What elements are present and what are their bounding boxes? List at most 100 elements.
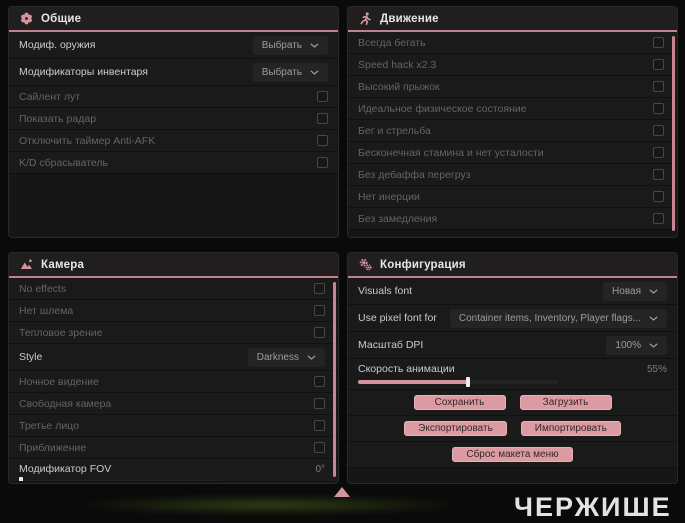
- dropdown-value: 100%: [615, 339, 641, 351]
- row-checkbox[interactable]: Без дебаффа перегруз: [348, 164, 677, 186]
- checkbox[interactable]: [314, 283, 325, 294]
- row-checkbox[interactable]: Высокий прыжок: [348, 76, 677, 98]
- row-label: Без дебаффа перегруз: [358, 168, 471, 181]
- panel-body-camera: No effects Нет шлема Тепловое зрение Style D…: [9, 278, 338, 481]
- dropdown[interactable]: Выбрать: [252, 35, 328, 55]
- row-checkbox[interactable]: Бесконечная стамина и нет усталости: [348, 142, 677, 164]
- row-label: Модификатор FOV: [19, 463, 112, 475]
- row-checkbox[interactable]: Тепловое зрение: [9, 322, 338, 344]
- row-label: Style: [19, 351, 43, 363]
- checkbox[interactable]: [653, 191, 664, 202]
- checkbox[interactable]: [314, 398, 325, 409]
- chevron-down-icon: [649, 342, 658, 348]
- checkbox[interactable]: [314, 327, 325, 338]
- row-checkbox[interactable]: Приближение: [9, 437, 338, 459]
- chevron-down-icon: [310, 42, 319, 48]
- row-label: Нет инерции: [358, 190, 420, 203]
- chevron-down-icon: [307, 354, 316, 360]
- row-dropdown: Масштаб DPI 100%: [348, 332, 677, 359]
- import-button[interactable]: Импортировать: [520, 421, 621, 436]
- panel-body-general: Модиф. оружия Выбрать Модификаторы инвента…: [9, 32, 338, 235]
- checkbox[interactable]: [653, 213, 664, 224]
- checkbox[interactable]: [653, 147, 664, 158]
- checkbox[interactable]: [653, 103, 664, 114]
- checkbox[interactable]: [314, 420, 325, 431]
- row-checkbox[interactable]: Без замедления: [348, 208, 677, 230]
- panel-header-camera: Камера: [9, 253, 338, 278]
- checkbox[interactable]: [653, 59, 664, 70]
- dropdown-value: Новая: [612, 285, 641, 297]
- load-button[interactable]: Загрузить: [519, 395, 612, 410]
- row-checkbox[interactable]: K/D сбрасыватель: [9, 152, 338, 174]
- save-button[interactable]: Сохранить: [413, 395, 506, 410]
- row-checkbox[interactable]: Третье лицо: [9, 415, 338, 437]
- dropdown[interactable]: Выбрать: [252, 62, 328, 82]
- checkbox[interactable]: [317, 113, 328, 124]
- reset-menu-layout-button[interactable]: Сброс макета меню: [452, 447, 573, 462]
- panel-body-config: Visuals font Новая Use pixel font for Conta…: [348, 278, 677, 481]
- row-checkbox[interactable]: Свободная камера: [9, 393, 338, 415]
- row-checkbox[interactable]: Отключить таймер Anti-AFK: [9, 130, 338, 152]
- row-label: Ночное видение: [19, 375, 99, 388]
- row-checkbox[interactable]: Сайлент лут: [9, 86, 338, 108]
- checkbox[interactable]: [314, 376, 325, 387]
- checkbox[interactable]: [653, 169, 664, 180]
- row-checkbox[interactable]: Идеальное физическое состояние: [348, 98, 677, 120]
- button-row: Сброс макета меню: [348, 442, 677, 468]
- row-dropdown: Visuals font Новая: [348, 278, 677, 305]
- checkbox[interactable]: [653, 37, 664, 48]
- panel-config: Конфигурация Visuals font Новая Use pixel f…: [347, 252, 678, 484]
- export-button[interactable]: Экспортировать: [404, 421, 507, 436]
- dropdown-value: Выбрать: [261, 66, 302, 78]
- row-label: K/D сбрасыватель: [19, 156, 109, 169]
- row-label: Отключить таймер Anti-AFK: [19, 134, 156, 147]
- row-checkbox[interactable]: Бег и стрельба: [348, 120, 677, 142]
- slider-handle[interactable]: [19, 477, 23, 481]
- dropdown[interactable]: 100%: [606, 335, 667, 355]
- dropdown[interactable]: Darkness: [247, 347, 325, 367]
- row-label: Показать радар: [19, 112, 97, 125]
- runner-icon: [359, 12, 372, 25]
- checkbox[interactable]: [653, 125, 664, 136]
- slider-label-row: Скорость анимации 55%: [358, 363, 667, 375]
- dropdown-value: Выбрать: [261, 39, 302, 51]
- row-label: Use pixel font for: [358, 312, 437, 324]
- slider-handle[interactable]: [466, 377, 470, 387]
- row-label: Идеальное физическое состояние: [358, 102, 527, 115]
- row-label: Модификаторы инвентаря: [19, 66, 148, 78]
- row-slider: Модификатор FOV 0°: [9, 459, 338, 481]
- image-icon: [20, 258, 33, 271]
- row-checkbox[interactable]: Нет инерции: [348, 186, 677, 208]
- row-checkbox[interactable]: Speed hack x2.3: [348, 54, 677, 76]
- panel-header-config: Конфигурация: [348, 253, 677, 278]
- scrollbar[interactable]: [333, 282, 336, 477]
- panel-body-movement: Всегда бегать Speed hack x2.3 Высокий прыж…: [348, 32, 677, 235]
- row-label: Бесконечная стамина и нет усталости: [358, 146, 544, 159]
- scrollbar[interactable]: [672, 36, 675, 231]
- checkbox[interactable]: [653, 81, 664, 92]
- dropdown[interactable]: Container items, Inventory, Player flags…: [449, 308, 667, 328]
- checkbox[interactable]: [317, 91, 328, 102]
- checkbox[interactable]: [317, 157, 328, 168]
- slider[interactable]: [19, 477, 219, 481]
- row-checkbox[interactable]: Показать радар: [9, 108, 338, 130]
- panel-title: Общие: [41, 12, 82, 25]
- row-checkbox[interactable]: Ночное видение: [9, 371, 338, 393]
- row-label: Без замедления: [358, 212, 438, 225]
- row-label: Нет шлема: [19, 304, 74, 317]
- row-label: Сайлент лут: [19, 90, 81, 103]
- row-checkbox[interactable]: Всегда бегать: [348, 32, 677, 54]
- row-checkbox[interactable]: Нет шлема: [9, 300, 338, 322]
- slider[interactable]: [358, 377, 558, 387]
- checkbox[interactable]: [317, 135, 328, 146]
- panel-title: Камера: [41, 258, 85, 271]
- slider-fill: [358, 380, 468, 384]
- row-label: Всегда бегать: [358, 36, 426, 49]
- checkbox[interactable]: [314, 305, 325, 316]
- panel-header-movement: Движение: [348, 7, 677, 32]
- row-label: Visuals font: [358, 285, 413, 297]
- checkbox[interactable]: [314, 442, 325, 453]
- dropdown[interactable]: Новая: [603, 281, 667, 301]
- row-checkbox[interactable]: No effects: [9, 278, 338, 300]
- panel-title: Конфигурация: [380, 258, 466, 271]
